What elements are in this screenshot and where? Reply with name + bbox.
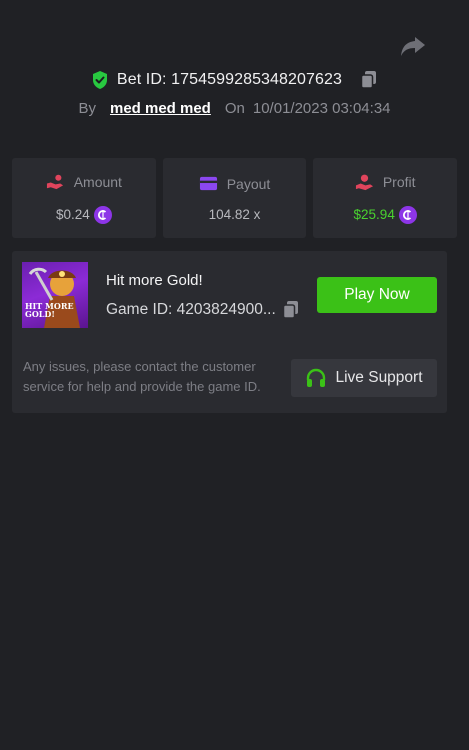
payout-value: 104.82 x: [208, 207, 261, 222]
profit-header: Profit: [355, 173, 416, 192]
on-label: On: [224, 99, 245, 117]
play-now-button[interactable]: Play Now: [317, 277, 437, 313]
payout-value-row: 104.82 x: [209, 207, 261, 222]
headset-icon: [307, 368, 326, 387]
card-icon: [199, 176, 217, 191]
copy-game-id-icon[interactable]: [282, 300, 300, 320]
bet-author-row: By med med med On 10/01/2023 03:04:34: [0, 96, 469, 120]
game-id-row: Game ID: 4203824900...: [106, 300, 300, 320]
game-thumbnail[interactable]: HIT MORE GOLD!: [22, 262, 88, 328]
thumbnail-title: HIT MORE GOLD!: [25, 301, 74, 319]
support-message: Any issues, please contact the customer …: [23, 359, 261, 394]
bet-id-label: Bet ID:: [116, 71, 167, 88]
coin-icon: [93, 205, 112, 224]
game-card: HIT MORE GOLD! Hit more Gold! Game ID: 4…: [12, 251, 447, 413]
username-link[interactable]: med med med: [110, 100, 211, 117]
amount-value-row: $0.24: [55, 205, 112, 224]
profit-value-row: $25.94: [353, 205, 417, 224]
amount-label: Amount: [73, 174, 122, 190]
bet-stats: Amount $0.24 Payout 104.82 x Profit $25.…: [12, 158, 458, 238]
amount-value: $0.24: [55, 207, 90, 222]
copy-bet-id-icon[interactable]: [360, 70, 378, 90]
bet-datetime: 10/01/2023 03:04:34: [252, 99, 391, 117]
bet-id-row: Bet ID: 1754599285348207623: [0, 68, 469, 92]
profit-value: $25.94: [353, 207, 395, 222]
live-support-button[interactable]: Live Support: [291, 359, 437, 397]
amount-header: Amount: [46, 173, 122, 192]
game-id-value: 4203824900...: [176, 301, 276, 318]
live-support-label: Live Support: [335, 369, 423, 386]
share-icon[interactable]: [400, 34, 426, 58]
game-id-label: Game ID:: [106, 301, 173, 318]
payout-card: Payout 104.82 x: [162, 158, 307, 238]
coin-icon: [398, 205, 417, 224]
profit-label: Profit: [382, 174, 416, 190]
bet-detail-page: Bet ID: 1754599285348207623 By med med m…: [0, 0, 469, 750]
bet-id-text: Bet ID: 1754599285348207623: [117, 71, 342, 89]
payout-header: Payout: [199, 174, 271, 193]
verified-shield-icon: [92, 71, 107, 89]
by-label: By: [78, 99, 96, 117]
amount-card: Amount $0.24: [12, 158, 156, 238]
payout-label: Payout: [226, 175, 271, 192]
game-title: Hit more Gold!: [106, 272, 203, 289]
bet-id-value: 1754599285348207623: [171, 71, 343, 88]
profit-card: Profit $25.94: [313, 158, 458, 238]
hand-money-icon: [355, 174, 373, 190]
hand-coins-icon: [46, 174, 63, 189]
